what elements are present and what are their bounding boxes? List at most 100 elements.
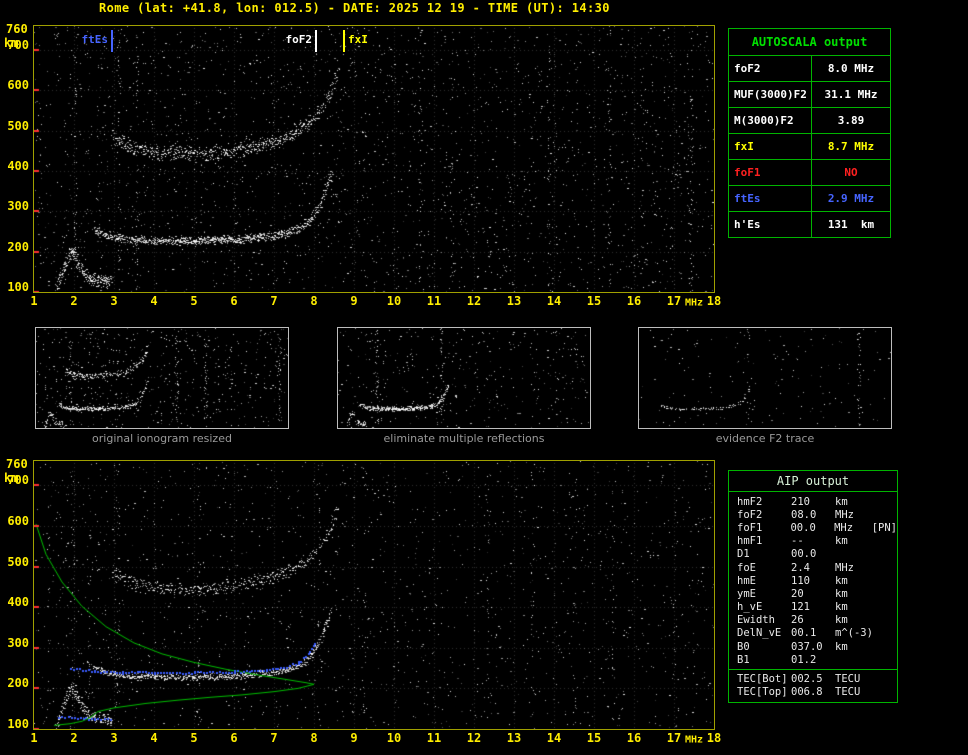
aip-param-value: 037.0 <box>791 640 823 653</box>
autoscala-row-value: 131 km <box>827 218 875 231</box>
aip-row: h_vE 121 km <box>729 601 897 614</box>
aip-row: TEC[Bot] 002.5 TECU <box>729 672 897 685</box>
x-axis-label: 3 <box>110 731 118 745</box>
aip-param-unit: MHz <box>834 521 854 534</box>
autoscala-row-label: foF1 <box>729 160 812 185</box>
autoscala-row-value: NO <box>844 166 858 179</box>
aip-row: hmF1 -- km <box>729 535 897 548</box>
x-axis-label: 8 <box>310 294 318 308</box>
aip-param-unit: km <box>835 640 848 653</box>
y-axis-label: 300 <box>7 199 29 214</box>
y-axis-label: 200 <box>7 676 29 691</box>
aip-param-unit: m^(-3) <box>835 627 873 640</box>
autoscala-row: M(3000)F2 3.89 <box>729 107 890 133</box>
marker-line-foF2 <box>315 30 317 52</box>
aip-param-value: 01.2 <box>791 653 817 666</box>
ionogram-interpreted-plot <box>33 460 715 730</box>
autoscala-row-label: M(3000)F2 <box>729 108 812 133</box>
aip-param-note: [PN] <box>871 521 897 534</box>
aip-param-value: 26 <box>791 614 804 627</box>
aip-param-unit: MHz <box>835 561 854 574</box>
x-axis-label: 13 <box>506 294 522 308</box>
aip-param-name: D1 <box>737 548 750 561</box>
aip-param-unit: TECU <box>835 673 861 686</box>
aip-param-name: TEC[Bot] <box>737 673 788 686</box>
aip-param-name: DelN_vE <box>737 627 782 640</box>
aip-table-rows: hmF2 210 km foF2 08.0 MHz foF1 00.0 MHz [PN] hmF1 -… <box>729 492 897 666</box>
aip-param-value: 2.4 <box>791 561 810 574</box>
aip-param-name: foE <box>737 561 756 574</box>
ionogram-interpreted-canvas <box>34 461 714 729</box>
aip-param-value: 20 <box>791 587 804 600</box>
aip-param-name: h_vE <box>737 601 763 614</box>
x-axis-label: 18 <box>706 294 722 308</box>
y-axis-label: 600 <box>7 513 29 528</box>
aip-param-unit: km <box>835 614 848 627</box>
autoscala-row-label: h'Es <box>729 212 812 237</box>
x-axis-label: 2 <box>70 294 78 308</box>
aip-param-name: ymE <box>737 587 756 600</box>
x-axis-label: 5 <box>190 294 198 308</box>
x-axis-label: 6 <box>230 731 238 745</box>
aip-param-value: 00.0 <box>791 548 817 561</box>
y-axis-label: 200 <box>7 239 29 254</box>
autoscala-row: fxI 8.7 MHz <box>729 133 890 159</box>
x-axis-label: 3 <box>110 294 118 308</box>
x-axis-label: 11 <box>426 731 442 745</box>
aip-param-name: foF1 <box>737 521 763 534</box>
y-top-label: 760 <box>6 457 28 471</box>
autoscala-row-label: ftEs <box>729 186 812 211</box>
aip-param-name: B1 <box>737 653 750 666</box>
thumbnail-caption-f2-trace: evidence F2 trace <box>715 432 815 445</box>
marker-label-ftEs: ftEs <box>81 33 109 46</box>
autoscala-table-header: AUTOSCALA output <box>751 35 868 49</box>
thumbnail-original-ionogram <box>35 327 289 429</box>
aip-output-table: AIP output hmF2 210 km foF2 08.0 MHz foF1 00.0 M… <box>728 470 898 703</box>
x-axis-label: 15 <box>586 731 602 745</box>
x-unit-label: MHz <box>684 734 704 746</box>
y-axis-label: 700 <box>7 38 29 53</box>
aip-param-name: Ewidth <box>737 614 775 627</box>
aip-table-divider <box>729 669 897 671</box>
x-axis-label: 12 <box>466 731 482 745</box>
x-axis-label: 12 <box>466 294 482 308</box>
marker-label-fxI: fxI <box>348 33 368 46</box>
autoscala-output-table: AUTOSCALA output foF2 8.0 MHz MUF(3000)F2 3… <box>728 28 891 238</box>
aip-param-name: hmF2 <box>737 495 763 508</box>
marker-line-ftEs <box>111 30 113 52</box>
y-axis-label: 700 <box>7 473 29 488</box>
aip-param-name: TEC[Top] <box>737 686 788 699</box>
marker-label-foF2: foF2 <box>285 33 313 46</box>
x-axis-label: 1 <box>30 294 38 308</box>
y-axis-label: 100 <box>7 280 29 294</box>
aip-param-name: foF2 <box>737 508 763 521</box>
autoscala-row-value: 3.89 <box>837 114 865 127</box>
x-axis-label: 7 <box>270 731 278 745</box>
ionogram-main-canvas <box>34 26 714 292</box>
x-axis-label: 1 <box>30 731 38 745</box>
aip-param-name: hmE <box>737 574 756 587</box>
y-axis-label: 500 <box>7 118 29 133</box>
aip-row: ymE 20 km <box>729 587 897 600</box>
y-axis-label: 600 <box>7 78 29 93</box>
thumbnail-f2-trace-canvas <box>639 328 891 428</box>
aip-row: Ewidth 26 km <box>729 614 897 627</box>
aip-param-value: 00.0 <box>790 521 816 534</box>
aip-param-value: 00.1 <box>791 627 817 640</box>
thumbnail-original-canvas <box>36 328 288 428</box>
autoscala-row: ftEs 2.9 MHz <box>729 185 890 211</box>
aip-row: foF1 00.0 MHz [PN] <box>729 521 897 534</box>
aip-row: D1 00.0 <box>729 548 897 561</box>
aip-row: B0 037.0 km <box>729 640 897 653</box>
aip-param-unit: TECU <box>835 686 861 699</box>
autoscala-row: h'Es 131 km <box>729 211 890 237</box>
aip-row: foF2 08.0 MHz <box>729 508 897 521</box>
aip-table-tec-rows: TEC[Bot] 002.5 TECU TEC[Top] 006.8 TECU <box>729 672 897 698</box>
aip-param-name: B0 <box>737 640 750 653</box>
ionogram-main-plot: ftEs foF2 fxI <box>33 25 715 293</box>
x-axis-label: 8 <box>310 731 318 745</box>
autoscala-row: foF2 8.0 MHz <box>729 55 890 81</box>
x-axis-label: 13 <box>506 731 522 745</box>
y-axis-label: 300 <box>7 635 29 650</box>
aip-param-name: hmF1 <box>737 535 763 548</box>
